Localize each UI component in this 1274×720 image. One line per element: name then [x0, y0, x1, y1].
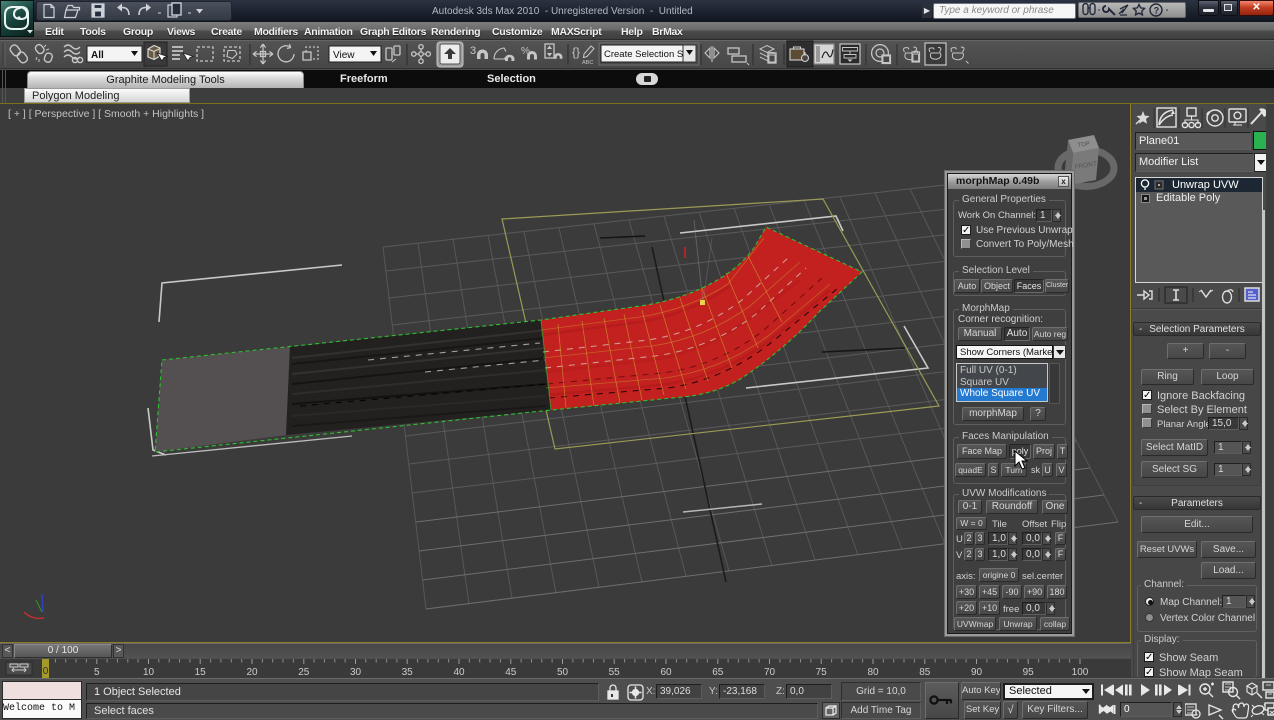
svg-text:30: 30	[350, 667, 362, 678]
svg-text:All: All	[91, 50, 104, 61]
svg-text:25: 25	[298, 667, 310, 678]
svg-text:55: 55	[609, 667, 621, 678]
svg-text:View: View	[333, 50, 355, 61]
svg-text:75: 75	[816, 667, 828, 678]
svg-text:{}: {}	[572, 45, 580, 59]
svg-text:100: 100	[1072, 667, 1089, 678]
svg-text:10: 10	[143, 667, 155, 678]
svg-text:70: 70	[764, 667, 776, 678]
svg-text:3: 3	[470, 45, 476, 57]
svg-text:0: 0	[43, 666, 49, 677]
svg-text:60: 60	[660, 667, 672, 678]
svg-text:20: 20	[246, 667, 258, 678]
svg-text:45: 45	[505, 667, 517, 678]
svg-text:90: 90	[971, 667, 983, 678]
svg-text:85: 85	[919, 667, 931, 678]
svg-text:65: 65	[712, 667, 724, 678]
svg-text:15: 15	[195, 667, 207, 678]
svg-text:ABC: ABC	[582, 60, 593, 66]
svg-text:5: 5	[94, 667, 100, 678]
svg-text:80: 80	[867, 667, 879, 678]
svg-text:50: 50	[557, 667, 569, 678]
svg-text:40: 40	[453, 667, 465, 678]
svg-text:35: 35	[402, 667, 414, 678]
svg-text:95: 95	[1023, 667, 1035, 678]
svg-text:?: ?	[1154, 5, 1160, 15]
svg-text:Create Selection Se: Create Selection Se	[604, 49, 689, 60]
